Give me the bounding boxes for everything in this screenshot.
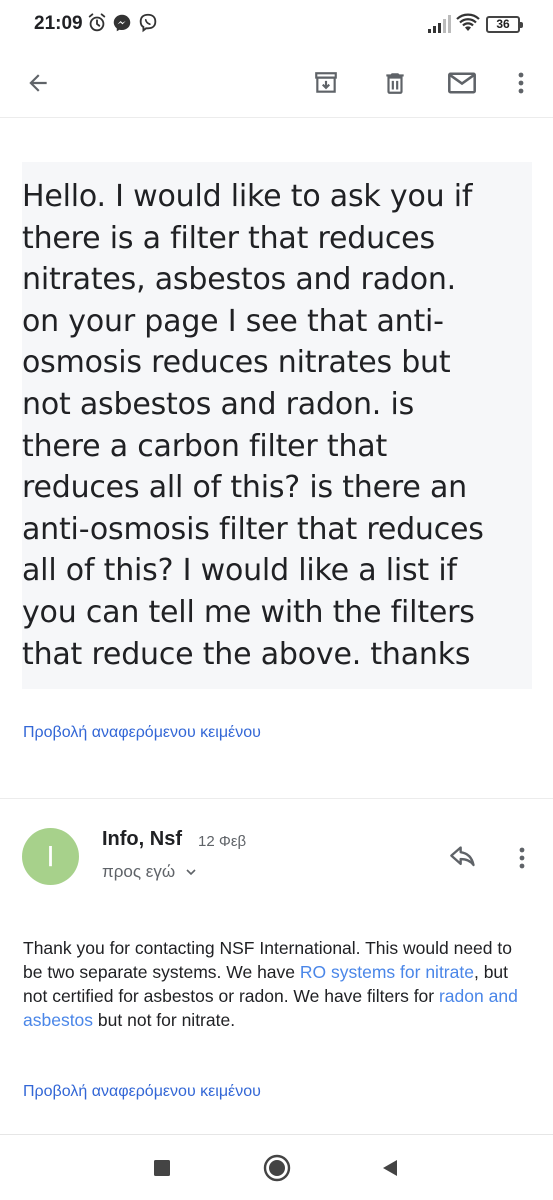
sender-name: Info, Nsf <box>102 828 182 850</box>
status-time: 21:09 <box>34 13 83 34</box>
back-triangle-icon <box>383 1160 397 1176</box>
body-text: but not for nitrate. <box>93 1010 236 1030</box>
quoted-line: anti-osmosis filter that reduces <box>22 511 484 547</box>
back-button[interactable] <box>15 60 61 106</box>
home-button[interactable] <box>260 1151 294 1185</box>
wifi-icon <box>456 13 480 35</box>
ro-systems-link[interactable]: RO systems for nitrate <box>300 962 474 982</box>
quoted-line: all of this? I would like a list if <box>22 553 457 589</box>
archive-button[interactable] <box>303 60 349 106</box>
avatar[interactable]: I <box>22 828 79 885</box>
message-date: 12 Φεβ <box>198 833 247 850</box>
quoted-line: reduces all of this? is there an <box>22 470 467 506</box>
square-icon <box>154 1160 170 1176</box>
more-vert-icon <box>519 847 525 869</box>
recents-button[interactable] <box>145 1151 179 1185</box>
quoted-line: osmosis reduces nitrates but <box>22 345 451 381</box>
chevron-down-icon <box>186 869 196 876</box>
mark-unread-button[interactable] <box>439 60 485 106</box>
quoted-line: there a carbon filter that <box>22 428 388 464</box>
show-quoted-text-link[interactable]: Προβολή αναφερόμενου κειμένου <box>23 724 261 742</box>
show-quoted-text-link[interactable]: Προβολή αναφερόμενου κειμένου <box>23 1083 261 1101</box>
mark-unread-icon <box>448 72 476 94</box>
messenger-icon <box>111 12 133 34</box>
battery-icon: 36 <box>486 16 523 33</box>
quoted-line: Hello. I would like to ask you if <box>22 179 473 214</box>
top-app-bar <box>0 48 553 118</box>
delete-icon <box>386 73 404 94</box>
more-options-button[interactable] <box>498 60 544 106</box>
quoted-line: on your page I see that anti- <box>22 303 444 339</box>
quoted-message: Hello. I would like to ask you if there i… <box>22 162 532 689</box>
back-arrow-icon <box>29 74 47 92</box>
quoted-line: nitrates, asbestos and radon. <box>22 262 457 298</box>
alarm-icon <box>86 12 108 34</box>
status-bar: 21:09 36 <box>0 0 553 48</box>
back-nav-button[interactable] <box>373 1151 407 1185</box>
message-body: Thank you for contacting NSF Internation… <box>23 936 528 1032</box>
quoted-line: not asbestos and radon. is <box>22 386 415 422</box>
viber-icon <box>137 12 159 34</box>
reply-icon <box>450 846 475 867</box>
home-circle-icon <box>263 1154 291 1182</box>
quoted-line: that reduce the above. thanks <box>22 636 471 672</box>
archive-icon <box>315 72 337 93</box>
quoted-line: there is a filter that reduces <box>22 220 435 256</box>
message-more-options-button[interactable] <box>502 838 542 878</box>
system-nav-bar <box>0 1134 553 1200</box>
recipient-details-toggle[interactable]: προς εγώ <box>102 862 199 882</box>
message-divider <box>0 798 553 799</box>
more-vert-icon <box>518 72 524 94</box>
reply-button[interactable] <box>443 838 483 878</box>
quoted-line: you can tell me with the filters <box>22 594 475 630</box>
recipient-label: προς εγώ <box>102 862 176 881</box>
delete-button[interactable] <box>372 60 418 106</box>
signal-icon <box>427 14 451 36</box>
quoted-message-text: Hello. I would like to ask you if there i… <box>22 176 532 675</box>
